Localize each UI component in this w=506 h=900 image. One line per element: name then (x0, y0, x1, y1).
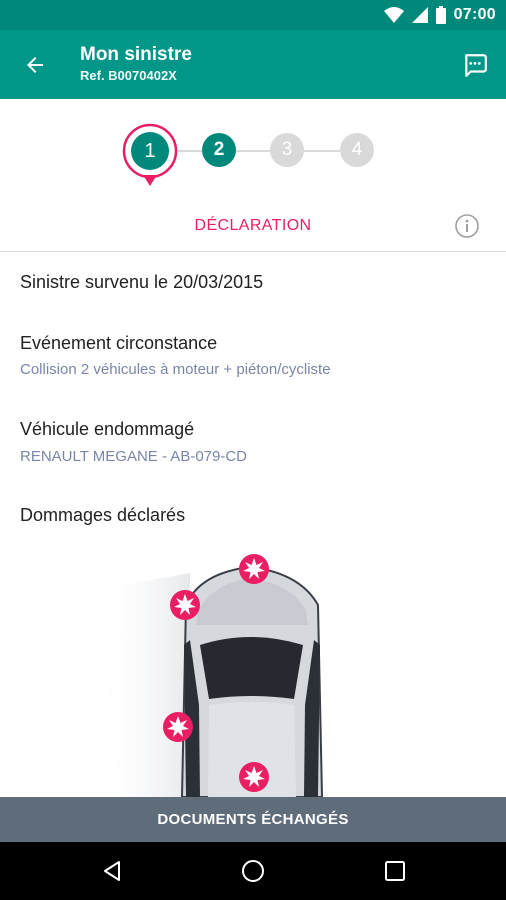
step-connector (178, 150, 202, 152)
nav-home-button[interactable] (233, 851, 273, 891)
vehicle-label: Véhicule endommagé (20, 419, 195, 439)
nav-recents-button[interactable] (375, 851, 415, 891)
step-connector (236, 150, 270, 152)
step-4[interactable]: 4 (340, 133, 374, 167)
nav-home-icon (242, 860, 264, 882)
page-title: Mon sinistre (80, 44, 192, 65)
documents-button[interactable]: DOCUMENTS ÉCHANGÉS (0, 797, 506, 842)
step-2[interactable]: 2 (202, 133, 236, 167)
claim-reference: Ref. B0070402X (80, 68, 177, 83)
damage-marker-front-left[interactable] (169, 589, 201, 621)
damage-marker-rear-center[interactable] (238, 761, 270, 793)
damage-marker-front-center[interactable] (238, 553, 270, 585)
system-nav-bar (0, 842, 506, 900)
step-1[interactable]: 1 (131, 132, 169, 170)
status-time: 07:00 (453, 6, 496, 23)
battery-icon (435, 6, 446, 24)
back-button[interactable] (14, 44, 56, 86)
documents-button-label: DOCUMENTS ÉCHANGÉS (157, 811, 349, 828)
arrow-back-icon (27, 57, 43, 73)
step-3[interactable]: 3 (270, 133, 304, 167)
damage-label: Dommages déclarés (20, 505, 186, 525)
damage-marker-left-side[interactable] (162, 711, 194, 743)
nav-back-icon (104, 861, 120, 881)
claim-date: Sinistre survenu le 20/03/2015 (20, 272, 264, 292)
nav-recents-icon (385, 861, 405, 881)
section-title: DÉCLARATION (194, 217, 312, 234)
event-label: Evénement circonstance (20, 333, 218, 353)
status-bar: 07:00 (0, 0, 506, 30)
vehicle-value: RENAULT MEGANE - AB-079-CD (20, 448, 247, 465)
app-bar: Mon sinistre Ref. B0070402X (0, 30, 506, 99)
chat-button[interactable] (454, 44, 496, 86)
damage-diagram (0, 545, 506, 797)
signal-icon (411, 7, 428, 23)
nav-back-button[interactable] (92, 851, 132, 891)
wifi-icon (383, 7, 404, 23)
chat-bubble-icon (464, 54, 487, 77)
section-header: DÉCLARATION (0, 200, 506, 252)
step-connector (304, 150, 340, 152)
event-value: Collision 2 véhicules à moteur + piéton/… (20, 361, 331, 378)
info-icon[interactable] (453, 212, 481, 240)
